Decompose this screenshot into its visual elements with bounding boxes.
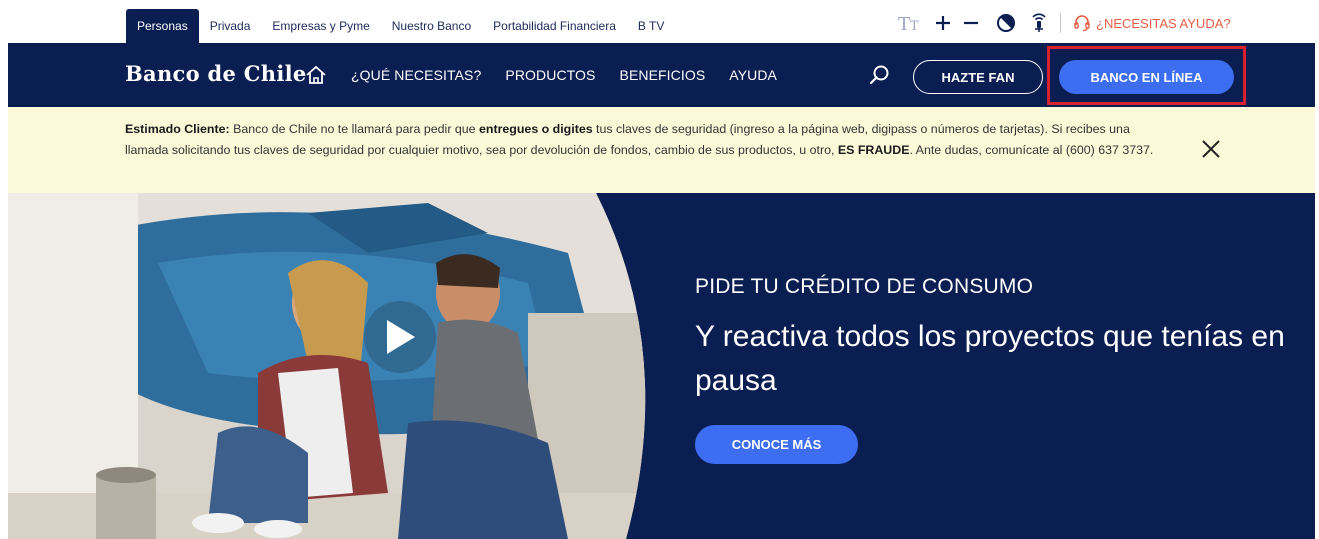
tab-nuestro-banco[interactable]: Nuestro Banco	[381, 9, 482, 43]
nav-que-necesitas[interactable]: ¿QUÉ NECESITAS?	[351, 67, 481, 83]
home-icon[interactable]	[305, 65, 327, 90]
alert-fraud-emphasis: ES FRAUDE	[837, 143, 910, 157]
close-icon[interactable]	[1201, 139, 1221, 164]
help-label: ¿NECESITAS AYUDA?	[1096, 15, 1231, 31]
conoce-mas-button[interactable]: CONOCE MÁS	[695, 425, 858, 464]
alert-text-part: . Ante dudas, comunícate al (600) 637 37…	[909, 143, 1154, 157]
svg-text:T: T	[910, 19, 919, 33]
hazte-fan-button[interactable]: HAZTE FAN	[913, 60, 1043, 94]
nav-ayuda[interactable]: AYUDA	[729, 67, 777, 83]
hero-photo	[8, 193, 646, 539]
play-icon	[387, 320, 415, 354]
play-video-button[interactable]	[364, 301, 436, 373]
bank-logo[interactable]: Banco de Chile	[125, 61, 307, 86]
divider	[1060, 13, 1061, 33]
search-icon[interactable]	[869, 64, 891, 91]
nav-links: ¿QUÉ NECESITAS? PRODUCTOS BENEFICIOS AYU…	[351, 43, 777, 107]
help-link[interactable]: ¿NECESITAS AYUDA?	[1073, 14, 1231, 32]
minus-icon[interactable]	[962, 10, 980, 36]
alert-text-part: Banco de Chile no te llamará para pedir …	[229, 122, 479, 136]
contrast-icon[interactable]	[996, 10, 1016, 36]
tab-b-tv[interactable]: B TV	[627, 9, 675, 43]
tab-portabilidad-financiera[interactable]: Portabilidad Financiera	[482, 9, 627, 43]
accessibility-tools: T T ¿NECESITAS AYUDA?	[898, 10, 1231, 36]
headset-icon	[1074, 15, 1090, 32]
audio-icon[interactable]	[1030, 10, 1048, 36]
tab-personas[interactable]: Personas	[126, 9, 199, 43]
svg-text:T: T	[898, 14, 910, 33]
alert-lead: Estimado Cliente:	[125, 122, 230, 136]
hero-title: Y reactiva todos los proyectos que tenía…	[695, 320, 1285, 397]
text-size-icon[interactable]: T T	[898, 10, 924, 36]
hero-banner: PIDE TU CRÉDITO DE CONSUMO Y reactiva to…	[8, 193, 1315, 539]
tab-privada[interactable]: Privada	[199, 9, 262, 43]
hero-kicker: PIDE TU CRÉDITO DE CONSUMO	[695, 275, 1034, 298]
banco-en-linea-button[interactable]: BANCO EN LÍNEA	[1059, 60, 1234, 94]
nav-beneficios[interactable]: BENEFICIOS	[620, 67, 706, 83]
main-navigation: Banco de Chile ¿QUÉ NECESITAS? PRODUCTOS…	[8, 43, 1315, 107]
alert-emphasis: entregues o digites	[479, 122, 593, 136]
tab-empresas-y-pyme[interactable]: Empresas y Pyme	[261, 9, 380, 43]
nav-productos[interactable]: PRODUCTOS	[505, 67, 595, 83]
plus-icon[interactable]	[934, 10, 952, 36]
segment-tabs: Personas Privada Empresas y Pyme Nuestro…	[126, 9, 675, 43]
security-alert: Estimado Cliente: Banco de Chile no te l…	[8, 107, 1315, 193]
top-utility-bar: Personas Privada Empresas y Pyme Nuestro…	[0, 0, 1319, 43]
alert-message: Estimado Cliente: Banco de Chile no te l…	[125, 119, 1175, 161]
